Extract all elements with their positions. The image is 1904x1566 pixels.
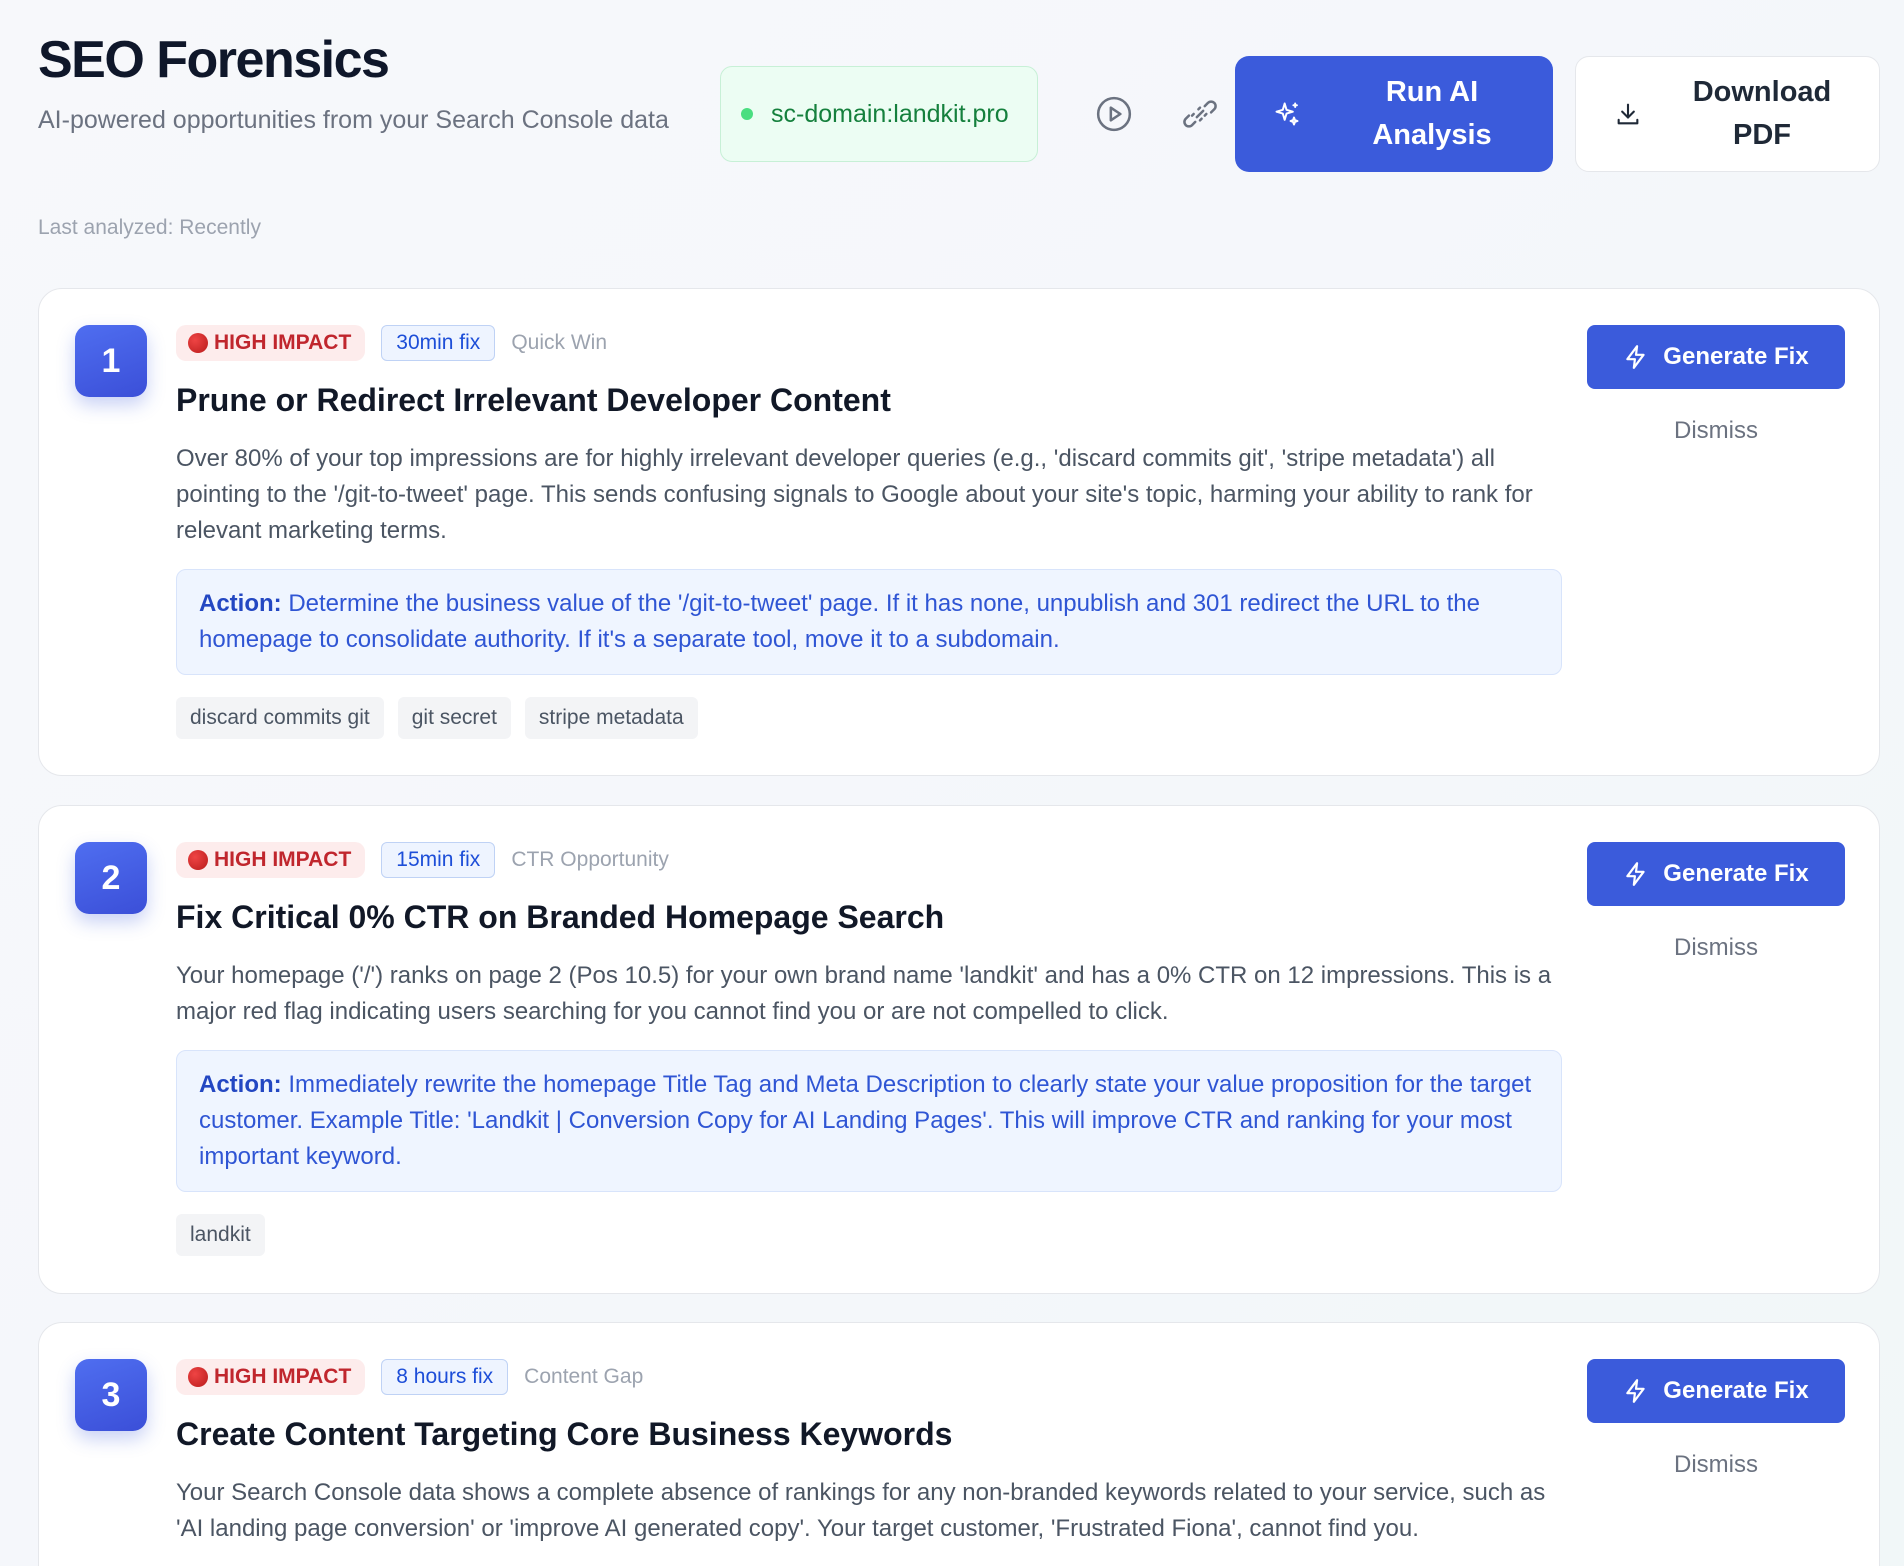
opportunity-card: 3 HIGH IMPACT 8 hours fix Content Gap Cr…: [38, 1322, 1880, 1566]
action-box: Action: Immediately rewrite the homepage…: [176, 1050, 1562, 1192]
unlink-icon: [1183, 100, 1217, 128]
card-number: 2: [75, 842, 147, 914]
download-icon: [1617, 103, 1639, 125]
lightning-bolt-icon: [1626, 345, 1645, 369]
card-badges: HIGH IMPACT 8 hours fix Content Gap: [176, 1359, 1562, 1395]
run-ai-analysis-button[interactable]: Run AI Analysis: [1235, 56, 1553, 172]
keyword-tag[interactable]: git secret: [397, 697, 511, 739]
card-badges: HIGH IMPACT 15min fix CTR Opportunity: [176, 842, 1562, 878]
action-text: Immediately rewrite the homepage Title T…: [199, 1071, 1532, 1170]
generate-fix-button[interactable]: Generate Fix: [1587, 842, 1845, 906]
dismiss-button[interactable]: Dismiss: [1587, 417, 1845, 445]
impact-label: HIGH IMPACT: [214, 848, 352, 871]
keyword-tags: landkit: [176, 1214, 1562, 1256]
impact-badge: HIGH IMPACT: [176, 842, 366, 878]
keyword-tags: discard commits git git secret stripe me…: [176, 697, 1562, 739]
card-body: HIGH IMPACT 8 hours fix Content Gap Crea…: [176, 1359, 1562, 1547]
category-label: CTR Opportunity: [511, 848, 669, 871]
action-label: Action:: [199, 1071, 282, 1098]
card-title: Create Content Targeting Core Business K…: [176, 1416, 953, 1452]
keyword-tag[interactable]: discard commits git: [176, 697, 384, 739]
card-body: HIGH IMPACT 30min fix Quick Win Prune or…: [176, 325, 1562, 739]
run-ai-analysis-label: Run AI Analysis: [1372, 76, 1492, 151]
dismiss-button[interactable]: Dismiss: [1587, 934, 1845, 962]
card-title: Fix Critical 0% CTR on Branded Homepage …: [176, 899, 945, 935]
generate-fix-button[interactable]: Generate Fix: [1587, 325, 1845, 389]
generate-fix-label: Generate Fix: [1663, 860, 1809, 887]
sparkles-icon: [1275, 102, 1299, 126]
action-label: Action:: [199, 590, 282, 617]
keyword-tag[interactable]: landkit: [176, 1214, 265, 1256]
impact-badge: HIGH IMPACT: [176, 1359, 366, 1395]
domain-badge[interactable]: sc-domain:landkit.pro: [720, 66, 1038, 162]
domain-text: sc-domain:landkit.pro: [771, 100, 1009, 128]
time-badge: 15min fix: [381, 842, 496, 878]
impact-label: HIGH IMPACT: [214, 1365, 352, 1388]
opportunity-card: 1 HIGH IMPACT 30min fix Quick Win Prune …: [38, 288, 1880, 776]
card-description: Your homepage ('/') ranks on page 2 (Pos…: [176, 962, 1552, 1025]
impact-label: HIGH IMPACT: [214, 331, 352, 354]
generate-fix-label: Generate Fix: [1663, 343, 1809, 370]
card-description: Over 80% of your top impressions are for…: [176, 445, 1533, 544]
action-box: Action: Determine the business value of …: [176, 569, 1562, 675]
time-badge: 30min fix: [381, 325, 496, 361]
status-dot-icon: [741, 108, 753, 120]
card-body: HIGH IMPACT 15min fix CTR Opportunity Fi…: [176, 842, 1562, 1256]
lightning-bolt-icon: [1626, 1379, 1645, 1403]
download-pdf-label: Download PDF: [1692, 76, 1832, 151]
card-number: 3: [75, 1359, 147, 1431]
category-label: Quick Win: [511, 331, 607, 354]
seo-forensics-page: SEO Forensics AI-powered opportunities f…: [0, 0, 1904, 1566]
download-pdf-button[interactable]: Download PDF: [1575, 56, 1880, 172]
last-analyzed: Last analyzed: Recently: [38, 216, 261, 239]
card-description: Your Search Console data shows a complet…: [176, 1479, 1546, 1542]
category-label: Content Gap: [524, 1365, 644, 1388]
red-circle-icon: [188, 1367, 208, 1387]
opportunity-card: 2 HIGH IMPACT 15min fix CTR Opportunity …: [38, 805, 1880, 1294]
lightning-bolt-icon: [1626, 862, 1645, 886]
dismiss-button[interactable]: Dismiss: [1587, 1451, 1845, 1479]
generate-fix-button[interactable]: Generate Fix: [1587, 1359, 1845, 1423]
card-title: Prune or Redirect Irrelevant Developer C…: [176, 382, 891, 418]
time-badge: 8 hours fix: [381, 1359, 509, 1395]
keyword-tag[interactable]: stripe metadata: [524, 697, 698, 739]
title-block: SEO Forensics AI-powered opportunities f…: [38, 28, 688, 138]
action-text: Determine the business value of the '/gi…: [199, 590, 1480, 653]
red-circle-icon: [188, 850, 208, 870]
disconnect-button[interactable]: [1176, 90, 1224, 138]
page-subtitle: AI-powered opportunities from your Searc…: [38, 106, 669, 134]
generate-fix-label: Generate Fix: [1663, 1377, 1809, 1404]
impact-badge: HIGH IMPACT: [176, 325, 366, 361]
card-number: 1: [75, 325, 147, 397]
page-title: SEO Forensics: [38, 31, 390, 89]
play-button[interactable]: [1090, 90, 1138, 138]
card-badges: HIGH IMPACT 30min fix Quick Win: [176, 325, 1562, 361]
red-circle-icon: [188, 333, 208, 353]
header: SEO Forensics AI-powered opportunities f…: [38, 28, 1880, 178]
play-circle-icon: [1096, 96, 1132, 132]
